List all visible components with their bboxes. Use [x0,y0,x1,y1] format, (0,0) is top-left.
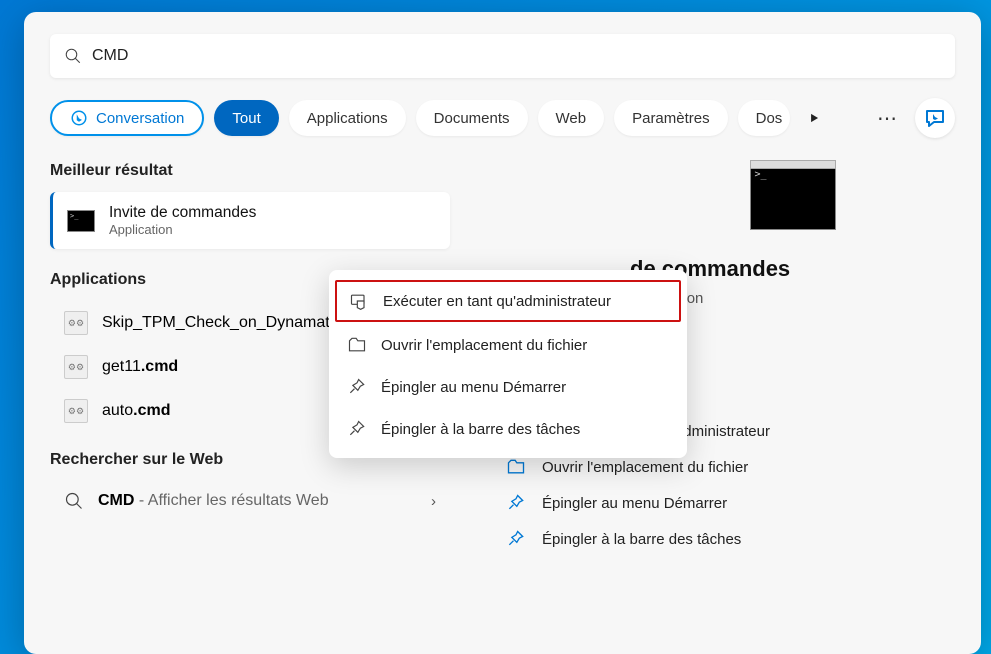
cmd-file-icon: ⚙⚙ [64,311,88,335]
filter-row: Conversation Tout Applications Documents… [50,98,955,138]
bing-icon [70,109,88,127]
action-pin-taskbar[interactable]: Épingler à la barre des tâches [500,521,955,557]
app-3-name: auto [102,402,133,419]
best-result-item[interactable]: Invite de commandes Application [50,192,450,249]
bing-chat-button[interactable] [915,98,955,138]
web-query: CMD [98,492,134,509]
action-pin-taskbar-label: Épingler à la barre des tâches [542,531,741,548]
shield-admin-icon [349,291,369,311]
best-result-header: Meilleur résultat [50,162,450,180]
cmd-app-icon-large [750,166,836,230]
pin-icon [347,419,367,439]
chip-docs-label: Documents [434,110,510,127]
cmd-app-icon [67,210,95,232]
context-menu: Exécuter en tant qu'administrateur Ouvri… [329,270,687,458]
play-icon [807,111,821,125]
chat-bubble-icon [923,106,947,130]
pin-icon [506,493,526,513]
ctx-open-location-label: Ouvrir l'emplacement du fichier [381,337,587,354]
chip-more-truncated[interactable]: Dos [738,100,791,136]
more-menu-button[interactable]: ⋯ [871,106,905,131]
action-open-location-label: Ouvrir l'emplacement du fichier [542,459,748,476]
ctx-open-location[interactable]: Ouvrir l'emplacement du fichier [329,324,687,366]
cmd-file-icon: ⚙⚙ [64,399,88,423]
action-pin-start[interactable]: Épingler au menu Démarrer [500,485,955,521]
search-query: CMD [92,47,128,65]
ctx-pin-taskbar-label: Épingler à la barre des tâches [381,421,580,438]
app-3-ext: .cmd [133,402,170,419]
app-2-ext: .cmd [141,358,178,375]
chip-documents[interactable]: Documents [416,100,528,136]
search-bar[interactable]: CMD [50,34,955,78]
chip-conversation[interactable]: Conversation [50,100,204,136]
ctx-run-admin[interactable]: Exécuter en tant qu'administrateur [335,280,681,322]
search-icon [64,491,84,511]
preview-header [500,162,955,230]
web-result[interactable]: CMD - Afficher les résultats Web › [50,481,450,521]
app-2-name: get11 [102,358,141,375]
chip-all-label: Tout [232,110,260,127]
chevron-right-icon: › [431,493,436,510]
chip-apps-label: Applications [307,110,388,127]
action-pin-start-label: Épingler au menu Démarrer [542,495,727,512]
chip-all[interactable]: Tout [214,100,278,136]
ctx-run-admin-label: Exécuter en tant qu'administrateur [383,293,611,310]
chip-settings[interactable]: Paramètres [614,100,728,136]
ctx-pin-taskbar[interactable]: Épingler à la barre des tâches [329,408,687,450]
best-result-subtitle: Application [109,222,256,237]
ctx-pin-start-label: Épingler au menu Démarrer [381,379,566,396]
chip-more-label: Dos [756,110,783,127]
pin-icon [347,377,367,397]
search-window: CMD Conversation Tout Applications Docum… [24,12,981,654]
folder-icon [506,457,526,477]
app-1-name: Skip_TPM_Check_on_Dynamate [102,314,339,331]
chip-web[interactable]: Web [538,100,605,136]
cmd-file-icon: ⚙⚙ [64,355,88,379]
pin-icon [506,529,526,549]
web-suffix: - Afficher les résultats Web [134,492,328,509]
scroll-right-button[interactable] [800,104,828,132]
folder-icon [347,335,367,355]
chip-web-label: Web [556,110,587,127]
chip-applications[interactable]: Applications [289,100,406,136]
ctx-pin-start[interactable]: Épingler au menu Démarrer [329,366,687,408]
search-icon [64,47,82,65]
best-result-title: Invite de commandes [109,204,256,222]
chip-conversation-label: Conversation [96,110,184,127]
chip-settings-label: Paramètres [632,110,710,127]
